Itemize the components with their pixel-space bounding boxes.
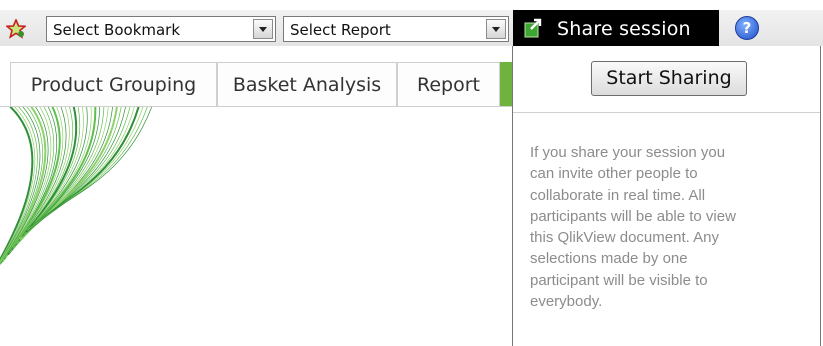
wave-line (6, 107, 74, 257)
green-wave-graphic (0, 107, 152, 266)
share-session-icon (524, 18, 542, 38)
share-panel: Start Sharing If you share your session … (512, 46, 821, 346)
share-session-label: Share session (557, 18, 691, 40)
chevron-down-icon[interactable] (253, 19, 273, 39)
share-session-button[interactable]: Share session (513, 10, 719, 46)
panel-divider (513, 112, 820, 113)
report-select-value: Select Report (290, 21, 391, 39)
tab-product-grouping[interactable]: Product Grouping (10, 62, 217, 106)
help-icon[interactable]: ? (735, 16, 759, 40)
tab-report[interactable]: Report (397, 62, 500, 106)
star-icon[interactable] (6, 19, 26, 39)
bookmark-select[interactable]: Select Bookmark (46, 16, 276, 42)
report-select[interactable]: Select Report (283, 16, 509, 42)
start-sharing-button[interactable]: Start Sharing (591, 61, 747, 96)
bookmark-select-value: Select Bookmark (53, 21, 181, 39)
tab-basket-analysis[interactable]: Basket Analysis (217, 62, 397, 106)
chevron-down-icon[interactable] (486, 19, 506, 39)
share-description: If you share your session you can invite… (530, 144, 736, 311)
